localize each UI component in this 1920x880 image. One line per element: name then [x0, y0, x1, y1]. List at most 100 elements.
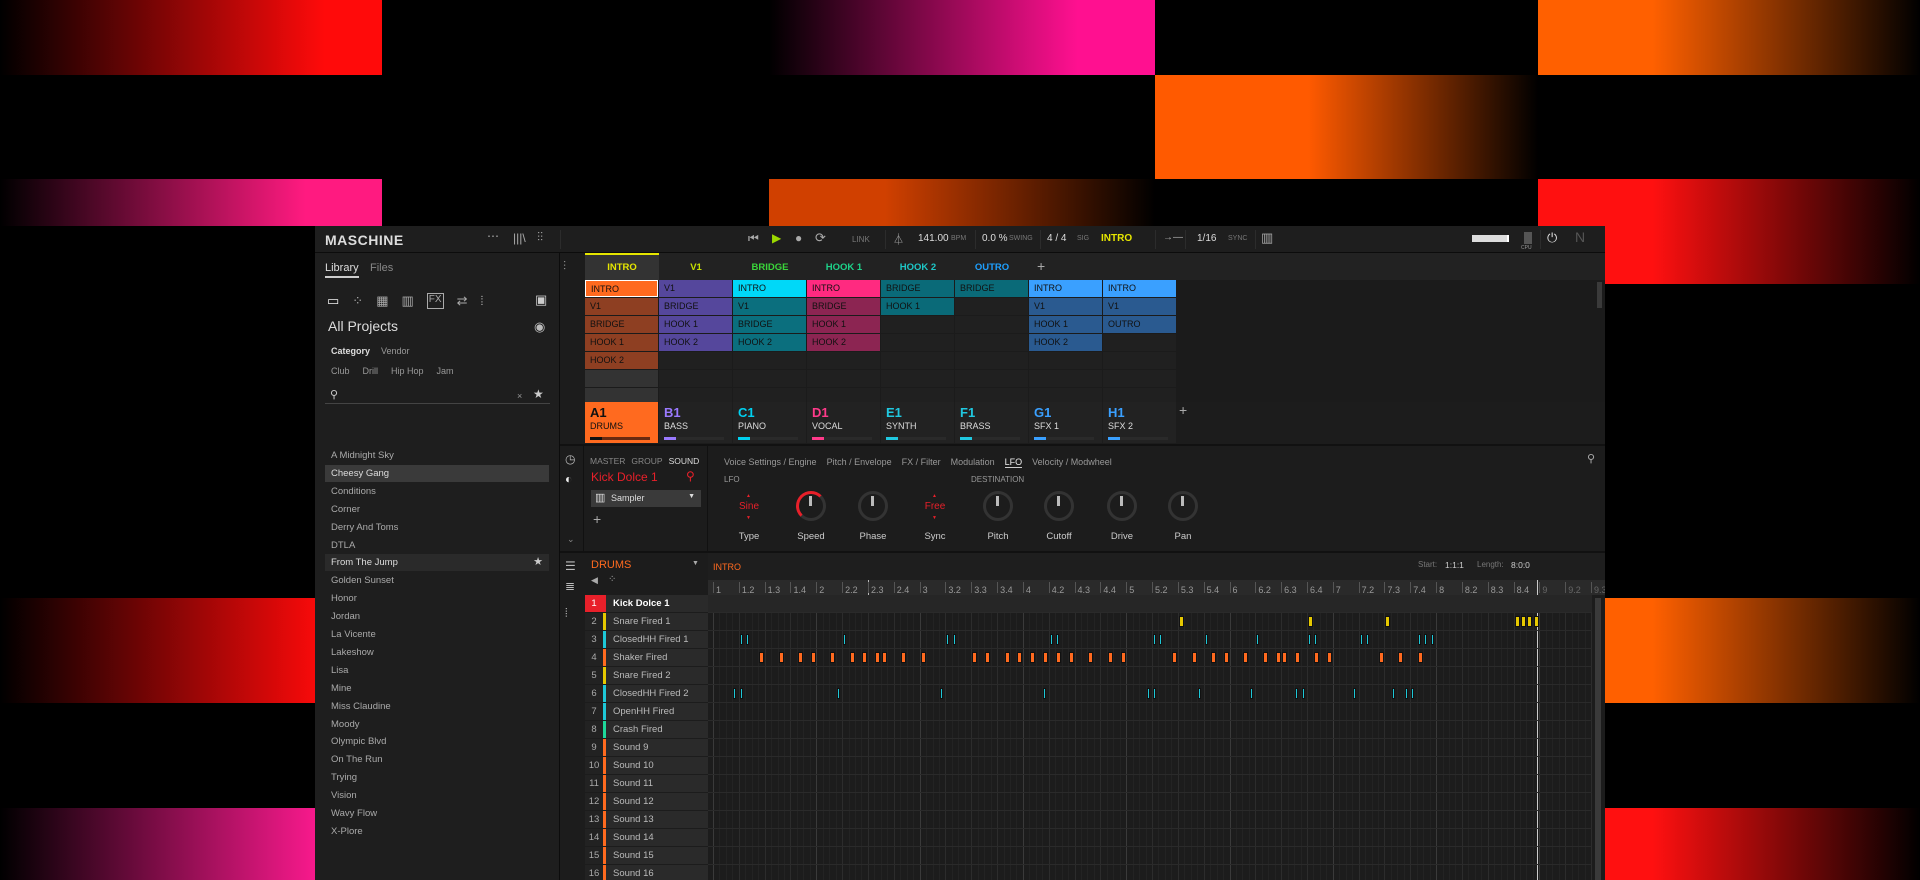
ni-logo-icon[interactable]: N	[1575, 229, 1585, 245]
note[interactable]	[1314, 652, 1320, 663]
group-b1[interactable]: B1 BASS	[659, 402, 732, 443]
note[interactable]	[1314, 634, 1318, 645]
knob-speed[interactable]	[796, 491, 826, 521]
track-row[interactable]: 4 Shaker Fired	[585, 649, 708, 666]
current-scene[interactable]: INTRO	[1101, 233, 1132, 244]
arrow-up-icon[interactable]: ▲	[932, 493, 937, 499]
list-item[interactable]: Wavy Flow	[325, 805, 549, 822]
clip[interactable]: INTRO	[1103, 280, 1176, 297]
note[interactable]	[1004, 652, 1010, 663]
kits-icon[interactable]: ▦	[376, 293, 388, 309]
note[interactable]	[1198, 688, 1202, 699]
time-signature[interactable]: 4 / 4	[1047, 233, 1066, 244]
note[interactable]	[1282, 652, 1288, 663]
list-item[interactable]: La Vicente	[325, 626, 549, 643]
clip-slot[interactable]	[881, 370, 954, 387]
tab-scene-hook-2[interactable]: HOOK 2	[881, 253, 955, 280]
tab-scene-intro[interactable]: INTRO	[585, 253, 659, 280]
param-search-icon[interactable]: ⚲	[1587, 452, 1595, 465]
note[interactable]	[746, 634, 750, 645]
clip[interactable]: HOOK 2	[733, 334, 806, 351]
clip-slot[interactable]	[1103, 370, 1176, 387]
user-icon[interactable]: ▣	[535, 292, 547, 308]
clip[interactable]: V1	[585, 298, 658, 315]
link-button[interactable]: LINK	[852, 235, 870, 244]
note[interactable]	[946, 634, 950, 645]
tab-modulation[interactable]: Modulation	[951, 457, 995, 468]
clip-slot[interactable]	[585, 370, 658, 387]
clip-slot[interactable]	[955, 334, 1028, 351]
track-row[interactable]: 13 Sound 13	[585, 811, 708, 828]
note[interactable]	[1404, 688, 1408, 699]
note[interactable]	[875, 652, 881, 663]
note[interactable]	[1107, 652, 1113, 663]
clip-slot[interactable]	[807, 370, 880, 387]
tab-library[interactable]: Library	[325, 262, 359, 278]
note[interactable]	[739, 688, 743, 699]
clip-slot[interactable]	[1103, 334, 1176, 351]
more-icon[interactable]: ⋯	[487, 229, 499, 243]
note[interactable]	[1178, 616, 1184, 627]
loop-icon[interactable]: ⟳	[815, 230, 826, 246]
note[interactable]	[1295, 652, 1301, 663]
note[interactable]	[985, 652, 991, 663]
note[interactable]	[830, 652, 836, 663]
group-d1[interactable]: D1 VOCAL	[807, 402, 880, 443]
group-c1[interactable]: C1 PIANO	[733, 402, 806, 443]
clip-slot[interactable]	[659, 352, 732, 369]
track-row[interactable]: 10 Sound 10	[585, 757, 708, 774]
note[interactable]	[1069, 652, 1075, 663]
metronome-icon[interactable]: ⏃	[893, 231, 904, 247]
swing-value[interactable]: 0.0 %	[982, 233, 1008, 244]
note[interactable]	[1172, 652, 1178, 663]
group-e1[interactable]: E1 SYNTH	[881, 402, 954, 443]
note[interactable]	[1056, 652, 1062, 663]
list-item[interactable]: Honor	[325, 590, 549, 607]
clip[interactable]: HOOK 1	[881, 298, 954, 315]
clip[interactable]: V1	[1029, 298, 1102, 315]
note[interactable]	[901, 652, 907, 663]
note[interactable]	[1153, 688, 1157, 699]
search-input[interactable]	[343, 387, 503, 403]
sound-search-icon[interactable]: ⚲	[686, 469, 695, 483]
list-item[interactable]: Lisa	[325, 662, 549, 679]
tab-fx-filter[interactable]: FX / Filter	[902, 457, 941, 468]
arranger-toggle-icon[interactable]: ⫶	[563, 259, 566, 274]
note[interactable]	[1417, 634, 1421, 645]
track-row[interactable]: 5 Snare Fired 2	[585, 667, 708, 684]
add-scene-button[interactable]: +	[1037, 258, 1045, 274]
clip-slot[interactable]	[1103, 352, 1176, 369]
clip-slot[interactable]	[955, 298, 1028, 315]
note[interactable]	[939, 688, 943, 699]
track-row[interactable]: 16 Sound 16	[585, 865, 708, 880]
group-name[interactable]: DRUMS	[591, 559, 631, 571]
note[interactable]	[733, 688, 737, 699]
group-f1[interactable]: F1 BRASS	[955, 402, 1028, 443]
note[interactable]	[881, 652, 887, 663]
note[interactable]	[1430, 634, 1434, 645]
note[interactable]	[1514, 616, 1520, 627]
fx-icon[interactable]: FX	[426, 293, 444, 309]
list-item[interactable]: DTLA	[325, 537, 549, 554]
note[interactable]	[862, 652, 868, 663]
note[interactable]	[1056, 634, 1060, 645]
pattern-name[interactable]: INTRO	[713, 562, 741, 572]
arrow-down-icon[interactable]: ▼	[746, 515, 751, 521]
note[interactable]	[952, 634, 956, 645]
clip[interactable]: BRIDGE	[807, 298, 880, 315]
length-value[interactable]: 8:0:0	[1511, 560, 1530, 570]
clip-slot[interactable]	[807, 352, 880, 369]
clip-slot[interactable]	[659, 370, 732, 387]
clip-slot[interactable]	[955, 352, 1028, 369]
track-row[interactable]: 12 Sound 12	[585, 793, 708, 810]
note[interactable]	[1211, 652, 1217, 663]
arranger-scrollbar[interactable]	[1597, 282, 1602, 308]
note[interactable]	[810, 652, 816, 663]
clip[interactable]: HOOK 1	[1029, 316, 1102, 333]
sync-value[interactable]: Free	[915, 501, 955, 512]
track-row[interactable]: 7 OpenHH Fired	[585, 703, 708, 720]
loops-icon[interactable]: ⇄	[457, 293, 468, 309]
note[interactable]	[849, 652, 855, 663]
clip[interactable]: OUTRO	[1103, 316, 1176, 333]
arrow-down-icon[interactable]: ▼	[932, 515, 937, 521]
